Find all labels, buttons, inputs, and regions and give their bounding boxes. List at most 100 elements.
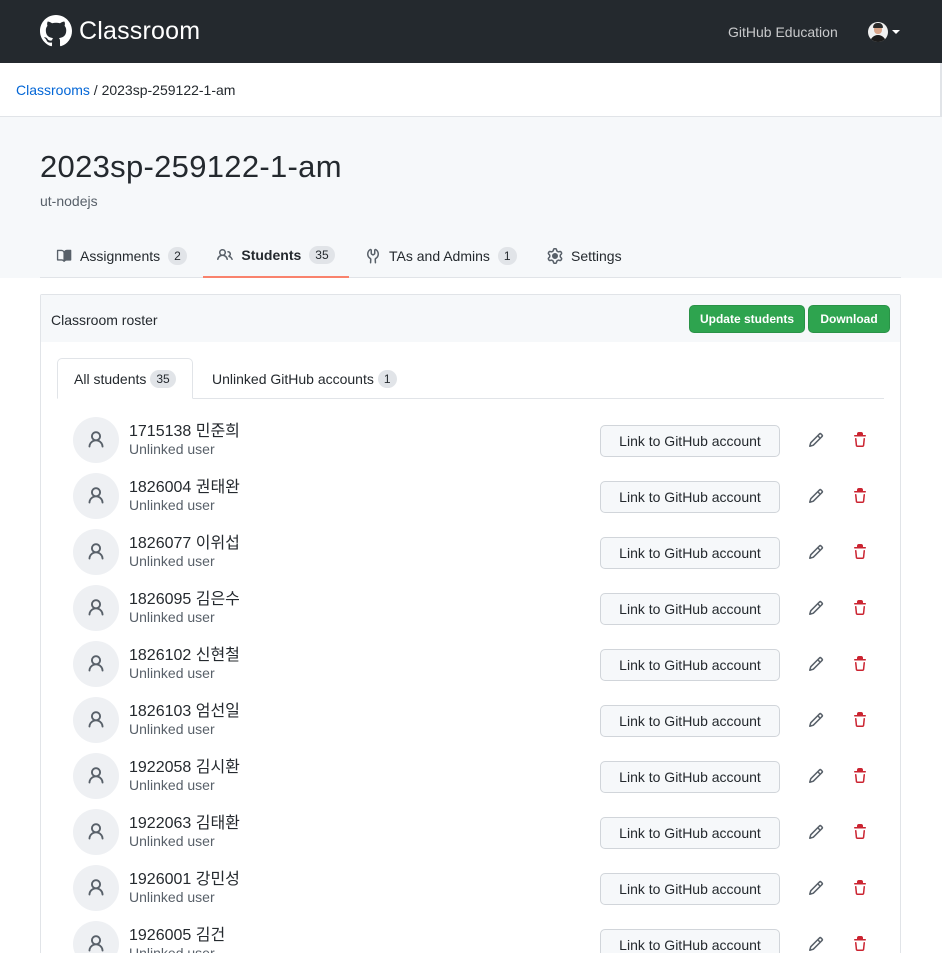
student-name: 1826077 이위섭 xyxy=(129,535,240,552)
tab-counter: 2 xyxy=(168,247,187,265)
link-github-account-button[interactable]: Link to GitHub account xyxy=(600,481,780,513)
roster-panel-header: Classroom roster Update students Downloa… xyxy=(41,295,900,342)
student-name: 1922063 김태환 xyxy=(129,815,240,832)
person-icon xyxy=(86,654,106,674)
breadcrumb: Classrooms / 2023sp-259122-1-am xyxy=(16,82,235,98)
student-row: 1826004 권태완 Unlinked user Link to GitHub a… xyxy=(41,469,900,525)
tab-label: Students xyxy=(241,247,302,263)
student-status: Unlinked user xyxy=(129,833,215,849)
link-github-account-button[interactable]: Link to GitHub account xyxy=(600,593,780,625)
student-name: 1826095 김은수 xyxy=(129,591,240,608)
subtab-label: Unlinked GitHub accounts xyxy=(212,370,374,387)
classroom-header: 2023sp-259122-1-am ut-nodejs Assignments… xyxy=(0,117,942,278)
link-github-account-button[interactable]: Link to GitHub account xyxy=(600,537,780,569)
student-name: 1926005 김건 xyxy=(129,927,226,944)
person-icon xyxy=(86,598,106,618)
student-name: 1715138 민준희 xyxy=(129,423,240,440)
tab-label: TAs and Admins xyxy=(389,248,490,264)
student-status: Unlinked user xyxy=(129,609,215,625)
brand-link[interactable]: Classroom xyxy=(40,15,200,47)
student-status: Unlinked user xyxy=(129,721,215,737)
pencil-icon[interactable] xyxy=(808,712,824,728)
tab-counter: 1 xyxy=(497,247,517,265)
update-students-button[interactable]: Update students xyxy=(689,305,805,333)
student-avatar xyxy=(73,417,119,463)
tab-label: Settings xyxy=(571,248,622,264)
student-row: 1922063 김태환 Unlinked user Link to GitHub a… xyxy=(41,805,900,861)
student-row: 1715138 민준희 Unlinked user Link to GitHub a… xyxy=(41,413,900,469)
trash-icon[interactable] xyxy=(852,656,868,672)
student-avatar xyxy=(73,753,119,799)
pencil-icon[interactable] xyxy=(808,824,824,840)
tab-settings[interactable]: Settings xyxy=(547,234,622,278)
tab-tas-and-admins[interactable]: TAs and Admins 1 xyxy=(365,234,517,278)
student-status: Unlinked user xyxy=(129,665,215,681)
pencil-icon[interactable] xyxy=(808,768,824,784)
trash-icon[interactable] xyxy=(852,600,868,616)
pencil-icon[interactable] xyxy=(808,936,824,952)
link-github-account-button[interactable]: Link to GitHub account xyxy=(600,649,780,681)
trash-icon[interactable] xyxy=(852,936,868,952)
student-avatar xyxy=(73,865,119,911)
github-education-link[interactable]: GitHub Education xyxy=(728,24,838,40)
subtab-label: All students xyxy=(74,370,147,387)
breadcrumb-classrooms-link[interactable]: Classrooms xyxy=(16,82,90,98)
subtab-all-students[interactable]: All students 35 xyxy=(57,358,193,399)
people-icon xyxy=(217,248,234,261)
link-github-account-button[interactable]: Link to GitHub account xyxy=(600,817,780,849)
trash-icon[interactable] xyxy=(852,824,868,840)
pencil-icon[interactable] xyxy=(808,432,824,448)
student-row: 1926005 김건 Unlinked user Link to GitHub ac… xyxy=(41,917,900,953)
tab-students[interactable]: Students 35 xyxy=(203,234,349,278)
classroom-tabs: Assignments 2 Students 35 TAs and Admins… xyxy=(40,234,901,278)
pencil-icon[interactable] xyxy=(808,600,824,616)
student-name: 1922058 김시환 xyxy=(129,759,240,776)
trash-icon[interactable] xyxy=(852,488,868,504)
pencil-icon[interactable] xyxy=(808,656,824,672)
trash-icon[interactable] xyxy=(852,544,868,560)
roster-subtabs: All students 35 Unlinked GitHub accounts… xyxy=(57,358,884,399)
student-name: 1926001 강민성 xyxy=(129,871,240,888)
link-github-account-button[interactable]: Link to GitHub account xyxy=(600,761,780,793)
pencil-icon[interactable] xyxy=(808,488,824,504)
link-github-account-button[interactable]: Link to GitHub account xyxy=(600,873,780,905)
subtab-unlinked-accounts[interactable]: Unlinked GitHub accounts 1 xyxy=(212,358,397,399)
book-icon xyxy=(56,249,72,262)
roster-panel: Classroom roster Update students Downloa… xyxy=(40,294,901,953)
student-status: Unlinked user xyxy=(129,777,215,793)
pencil-icon[interactable] xyxy=(808,880,824,896)
pencil-icon[interactable] xyxy=(808,544,824,560)
link-github-account-button[interactable]: Link to GitHub account xyxy=(600,929,780,953)
student-status: Unlinked user xyxy=(129,889,215,905)
student-name: 1826004 권태완 xyxy=(129,479,240,496)
trash-icon[interactable] xyxy=(852,712,868,728)
github-mark-icon xyxy=(40,15,72,47)
user-menu[interactable] xyxy=(868,22,900,42)
link-github-account-button[interactable]: Link to GitHub account xyxy=(600,425,780,457)
tab-assignments[interactable]: Assignments 2 xyxy=(56,234,187,278)
student-row: 1826103 엄선일 Unlinked user Link to GitHub a… xyxy=(41,693,900,749)
trash-icon[interactable] xyxy=(852,768,868,784)
person-icon xyxy=(86,486,106,506)
link-github-account-button[interactable]: Link to GitHub account xyxy=(600,705,780,737)
student-avatar xyxy=(73,585,119,631)
download-button[interactable]: Download xyxy=(808,305,890,333)
breadcrumb-separator: / xyxy=(89,82,102,98)
subtab-counter: 1 xyxy=(377,369,397,388)
person-icon xyxy=(86,878,106,898)
trash-icon[interactable] xyxy=(852,432,868,448)
student-row: 1922058 김시환 Unlinked user Link to GitHub a… xyxy=(41,749,900,805)
subtab-counter: 35 xyxy=(150,369,176,388)
person-icon xyxy=(86,710,106,730)
student-name: 1826102 신현철 xyxy=(129,647,240,664)
top-navbar: Classroom GitHub Education xyxy=(0,0,942,63)
trash-icon[interactable] xyxy=(852,880,868,896)
person-icon xyxy=(86,822,106,842)
student-avatar xyxy=(73,921,119,953)
student-row: 1826095 김은수 Unlinked user Link to GitHub a… xyxy=(41,581,900,637)
student-avatar xyxy=(73,529,119,575)
person-icon xyxy=(86,430,106,450)
student-status: Unlinked user xyxy=(129,553,215,569)
breadcrumb-current: 2023sp-259122-1-am xyxy=(101,82,236,98)
breadcrumb-bar: Classrooms / 2023sp-259122-1-am xyxy=(0,63,942,117)
